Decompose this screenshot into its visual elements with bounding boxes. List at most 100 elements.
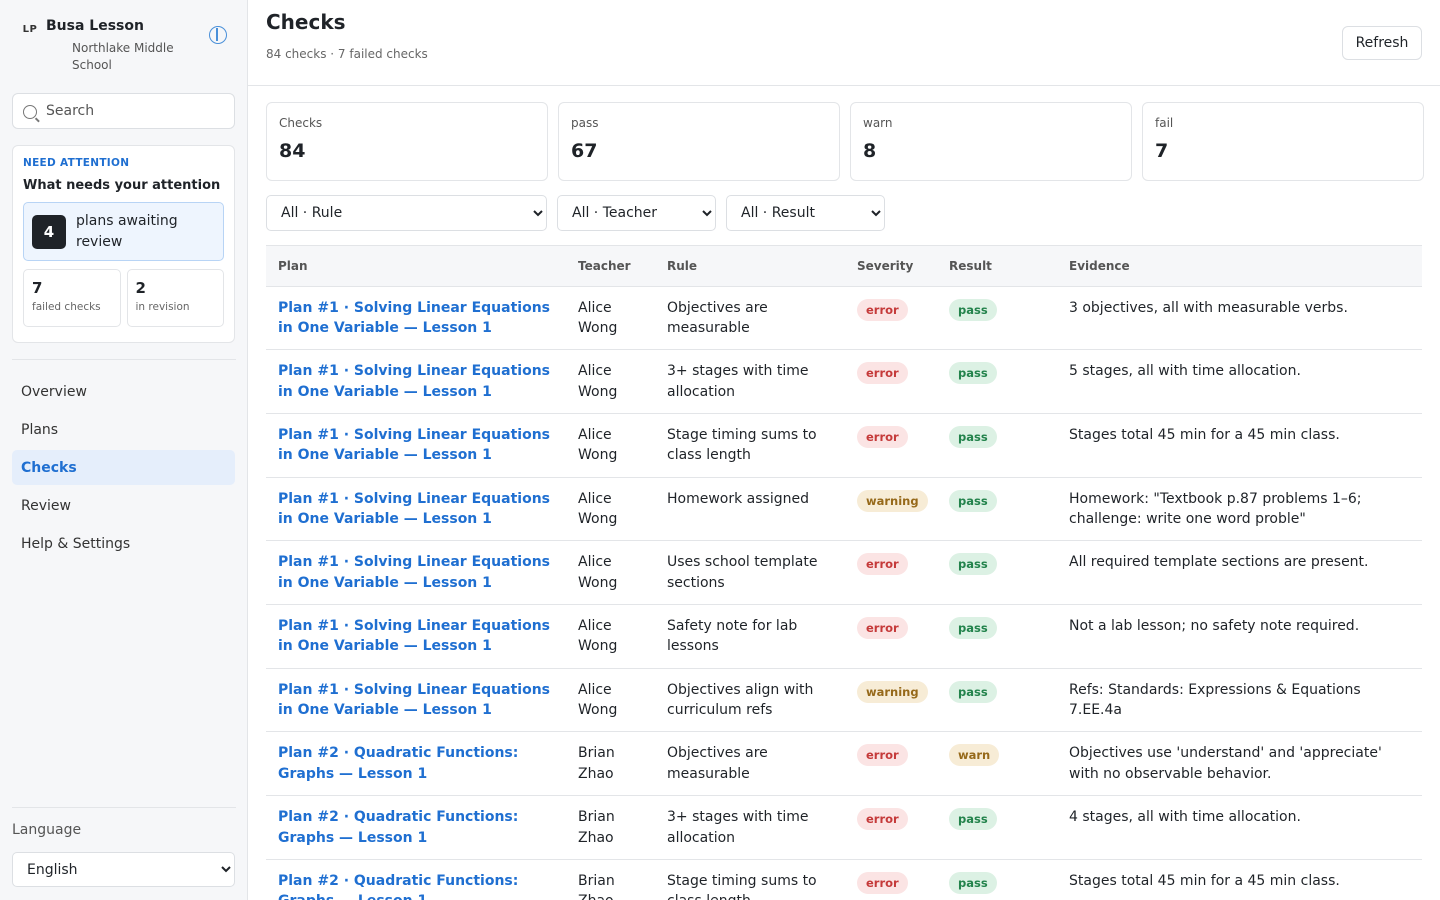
result-badge: pass — [949, 298, 997, 321]
stat-value: 7 — [1155, 140, 1169, 162]
severity-badge: warning — [857, 680, 928, 703]
rule-cell: Uses school template sections — [655, 540, 845, 605]
plan-link[interactable]: Plan #1 · Solving Linear Equations in On… — [278, 682, 550, 719]
severity-cell: error — [845, 604, 937, 669]
language-label: Language — [12, 822, 82, 838]
rule-cell: 3+ stages with time allocation — [655, 795, 845, 860]
stat-value: 84 — [279, 140, 306, 162]
language-select[interactable]: English — [12, 852, 235, 887]
severity-cell: error — [845, 731, 937, 796]
plans-awaiting-label: plans awaiting review — [76, 212, 178, 250]
teacher-cell: Alice Wong — [566, 286, 655, 351]
teacher-cell: Alice Wong — [566, 349, 655, 414]
column-header-plan[interactable]: Plan — [266, 246, 566, 287]
attention-card: NEED ATTENTION What needs your attention… — [12, 145, 235, 343]
severity-badge: error — [857, 871, 908, 894]
nav-item-help-settings[interactable]: Help & Settings — [12, 526, 235, 561]
sidebar-toggle-icon[interactable] — [209, 26, 227, 44]
result-cell: pass — [937, 349, 1057, 414]
evidence-cell: All required template sections are prese… — [1057, 540, 1422, 605]
in-revision-tile[interactable]: 2 in revision — [126, 269, 224, 327]
failed-checks-tile[interactable]: 7 failed checks — [23, 269, 121, 327]
result-cell: warn — [937, 731, 1057, 796]
plan-link[interactable]: Plan #2 · Quadratic Functions: Graphs — … — [278, 873, 518, 900]
sidebar: LP Busa Lesson Northlake Middle School N… — [0, 0, 248, 900]
evidence-cell: 4 stages, all with time allocation. — [1057, 795, 1422, 860]
result-badge: pass — [949, 553, 997, 576]
search-icon — [23, 105, 37, 119]
severity-cell: error — [845, 286, 937, 351]
result-badge: pass — [949, 871, 997, 894]
stat-card-pass: pass 67 — [558, 102, 840, 181]
severity-cell: error — [845, 349, 937, 414]
table-row: Plan #1 · Solving Linear Equations in On… — [266, 349, 1422, 414]
column-header-result[interactable]: Result — [937, 246, 1057, 287]
search-input[interactable] — [46, 103, 216, 119]
result-cell: pass — [937, 668, 1057, 733]
failed-checks-count: 7 — [32, 279, 43, 297]
plan-cell: Plan #1 · Solving Linear Equations in On… — [266, 540, 566, 605]
rule-cell: Objectives are measurable — [655, 731, 845, 796]
teacher-filter-select[interactable]: All · Teacher — [557, 195, 716, 231]
result-cell: pass — [937, 413, 1057, 478]
nav-item-plans[interactable]: Plans — [12, 412, 235, 447]
plan-link[interactable]: Plan #2 · Quadratic Functions: Graphs — … — [278, 809, 518, 846]
plans-awaiting-review-tile[interactable]: 4 plans awaiting review — [23, 202, 224, 261]
plan-link[interactable]: Plan #1 · Solving Linear Equations in On… — [278, 363, 550, 400]
severity-badge: error — [857, 553, 908, 576]
plan-link[interactable]: Plan #1 · Solving Linear Equations in On… — [278, 427, 550, 464]
severity-cell: error — [845, 859, 937, 900]
evidence-cell: 3 objectives, all with measurable verbs. — [1057, 286, 1422, 351]
plan-cell: Plan #1 · Solving Linear Equations in On… — [266, 286, 566, 351]
result-filter-select[interactable]: All · Result — [726, 195, 885, 231]
column-header-severity[interactable]: Severity — [845, 246, 937, 287]
plan-link[interactable]: Plan #1 · Solving Linear Equations in On… — [278, 618, 550, 655]
severity-badge: error — [857, 616, 908, 639]
plan-cell: Plan #1 · Solving Linear Equations in On… — [266, 604, 566, 669]
plan-cell: Plan #1 · Solving Linear Equations in On… — [266, 668, 566, 733]
column-header-evidence[interactable]: Evidence — [1057, 246, 1422, 287]
result-badge: pass — [949, 808, 997, 830]
rule-cell: Stage timing sums to class length — [655, 859, 845, 900]
in-revision-count: 2 — [135, 279, 146, 297]
severity-cell: warning — [845, 477, 937, 542]
column-header-rule[interactable]: Rule — [655, 246, 845, 287]
column-header-teacher[interactable]: Teacher — [566, 246, 655, 287]
main-content: Checks 84 checks · 7 failed checks Refre… — [248, 0, 1440, 900]
nav-item-checks[interactable]: Checks — [12, 450, 235, 485]
table-body: Plan #1 · Solving Linear Equations in On… — [266, 286, 1422, 900]
result-cell: pass — [937, 477, 1057, 542]
refresh-button[interactable]: Refresh — [1342, 26, 1422, 60]
rule-filter-select[interactable]: All · Rule — [266, 195, 547, 231]
app-root: LP Busa Lesson Northlake Middle School N… — [0, 0, 1440, 900]
rule-cell: Objectives are measurable — [655, 286, 845, 351]
plans-awaiting-count: 4 — [32, 214, 66, 249]
table-row: Plan #2 · Quadratic Functions: Graphs — … — [266, 795, 1422, 860]
nav-item-review[interactable]: Review — [12, 488, 235, 523]
result-badge: pass — [949, 425, 997, 448]
severity-badge: error — [857, 808, 908, 830]
table-row: Plan #2 · Quadratic Functions: Graphs — … — [266, 731, 1422, 796]
stat-label: warn — [863, 116, 893, 130]
search-box[interactable] — [12, 93, 235, 129]
plan-cell: Plan #2 · Quadratic Functions: Graphs — … — [266, 859, 566, 900]
plan-link[interactable]: Plan #2 · Quadratic Functions: Graphs — … — [278, 745, 518, 782]
plan-link[interactable]: Plan #1 · Solving Linear Equations in On… — [278, 554, 550, 591]
plan-link[interactable]: Plan #1 · Solving Linear Equations in On… — [278, 300, 550, 337]
plan-link[interactable]: Plan #1 · Solving Linear Equations in On… — [278, 491, 550, 528]
severity-cell: warning — [845, 668, 937, 733]
teacher-cell: Brian Zhao — [566, 795, 655, 860]
teacher-cell: Brian Zhao — [566, 859, 655, 900]
teacher-cell: Alice Wong — [566, 540, 655, 605]
attention-kicker: NEED ATTENTION — [23, 157, 130, 169]
failed-checks-label: failed checks — [32, 301, 101, 313]
plan-cell: Plan #2 · Quadratic Functions: Graphs — … — [266, 731, 566, 796]
in-revision-label: in revision — [135, 301, 190, 313]
page-subtitle: 84 checks · 7 failed checks — [266, 47, 428, 61]
result-badge: pass — [949, 489, 997, 512]
nav-item-overview[interactable]: Overview — [12, 374, 235, 409]
teacher-cell: Brian Zhao — [566, 731, 655, 796]
rule-cell: 3+ stages with time allocation — [655, 349, 845, 414]
logo-icon: LP — [22, 23, 38, 35]
rule-cell: Safety note for lab lessons — [655, 604, 845, 669]
